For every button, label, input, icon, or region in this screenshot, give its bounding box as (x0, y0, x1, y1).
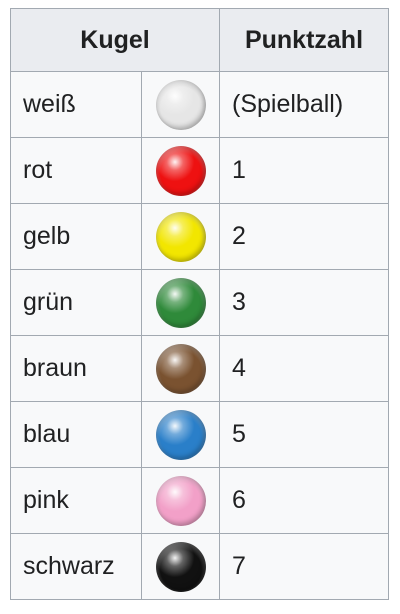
ball-color-name: braun (10, 335, 142, 402)
ball-points: 3 (219, 269, 389, 336)
ball-swatch-cell (141, 203, 220, 270)
ball-color-name: schwarz (10, 533, 142, 600)
ball-color-name: gelb (10, 203, 142, 270)
ball-icon (155, 277, 206, 328)
ball-points: 2 (219, 203, 389, 270)
ball-icon (155, 409, 206, 460)
header-kugel: Kugel (10, 8, 220, 72)
table-row: gelb 2 (10, 203, 389, 270)
ball-icon (155, 145, 206, 196)
ball-icon (155, 343, 206, 394)
table-row: braun 4 (10, 335, 389, 402)
ball-points: 4 (219, 335, 389, 402)
snooker-ball-table-container: Kugel Punktzahl weiß (Spielball) rot 1 gelb 2… (10, 8, 389, 600)
ball-icon (155, 541, 206, 592)
header-punktzahl: Punktzahl (219, 8, 389, 72)
ball-points: 5 (219, 401, 389, 468)
ball-color-name: blau (10, 401, 142, 468)
ball-swatch-cell (141, 269, 220, 336)
ball-color-name: rot (10, 137, 142, 204)
ball-points: 7 (219, 533, 389, 600)
ball-color-name: pink (10, 467, 142, 534)
ball-swatch-cell (141, 335, 220, 402)
table-row: pink 6 (10, 467, 389, 534)
snooker-ball-table: Kugel Punktzahl weiß (Spielball) rot 1 gelb 2… (10, 8, 389, 600)
ball-points: (Spielball) (219, 71, 389, 138)
ball-icon (155, 79, 206, 130)
ball-icon (155, 211, 206, 262)
ball-color-name: grün (10, 269, 142, 336)
ball-swatch-cell (141, 71, 220, 138)
table-row: grün 3 (10, 269, 389, 336)
ball-icon (155, 475, 206, 526)
ball-points: 1 (219, 137, 389, 204)
ball-swatch-cell (141, 401, 220, 468)
ball-color-name: weiß (10, 71, 142, 138)
ball-points: 6 (219, 467, 389, 534)
table-row: rot 1 (10, 137, 389, 204)
table-row: weiß (Spielball) (10, 71, 389, 138)
ball-swatch-cell (141, 137, 220, 204)
table-row: schwarz 7 (10, 533, 389, 600)
table-row: blau 5 (10, 401, 389, 468)
ball-swatch-cell (141, 533, 220, 600)
table-header-row: Kugel Punktzahl (10, 8, 389, 72)
ball-swatch-cell (141, 467, 220, 534)
